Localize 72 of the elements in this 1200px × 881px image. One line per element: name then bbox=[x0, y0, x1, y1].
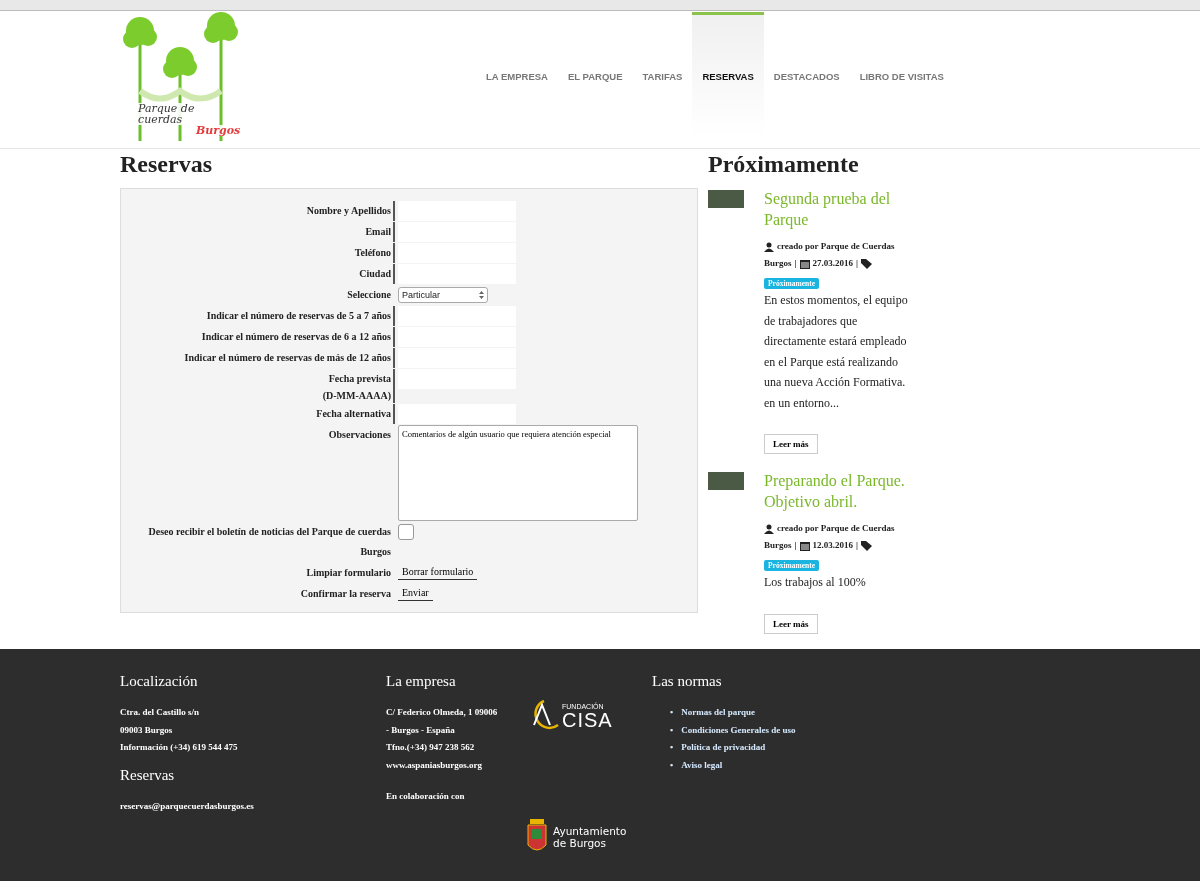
footer-heading: La empresa bbox=[386, 673, 457, 690]
separator: | bbox=[794, 539, 797, 552]
logo-text: Parque de cuerdas Burgos bbox=[138, 103, 241, 136]
footer-link[interactable]: Aviso legal bbox=[681, 756, 723, 774]
separator: | bbox=[794, 257, 797, 270]
post-author: Burgos bbox=[764, 539, 792, 552]
type-select[interactable]: Particular bbox=[398, 287, 488, 303]
nav-tab[interactable]: EL PARQUE bbox=[557, 12, 633, 137]
field-label: Indicar el número de reservas de 5 a 7 años bbox=[121, 306, 395, 326]
field-label: Observaciones bbox=[327, 428, 392, 442]
bullet: • bbox=[670, 723, 674, 737]
footer-heading: Localización bbox=[120, 673, 199, 690]
post-author: Burgos bbox=[764, 257, 792, 270]
comments-field[interactable]: Comentarios de algún usuario que requiera atención especial bbox=[398, 425, 638, 521]
field-label: Seleccione bbox=[346, 288, 392, 302]
address-line: 09003 Burgos bbox=[120, 723, 173, 737]
bullet: • bbox=[670, 758, 674, 772]
collaboration-text: En colaboración con bbox=[386, 790, 465, 803]
address-line: - Burgos - España bbox=[386, 723, 455, 737]
newsletter-checkbox[interactable] bbox=[398, 524, 414, 540]
website-link[interactable]: www.aspaniasburgos.org bbox=[386, 756, 483, 774]
address-line: C/ Federico Olmeda, 1 09006 bbox=[386, 706, 498, 719]
read-more-button[interactable]: Leer más bbox=[764, 434, 818, 454]
footer-link[interactable]: Condiciones Generales de uso bbox=[681, 721, 796, 739]
address-line: Ctra. del Castillo s/n bbox=[120, 706, 199, 719]
council-name: Ayuntamiento de Burgos bbox=[553, 825, 627, 849]
photo-placeholder bbox=[708, 472, 744, 490]
post-excerpt: En estos momentos, el equipo de trabajadores que directamente estará empleado en el Parque está realizando una nueva Acción Formativa. en un entorno... bbox=[764, 292, 908, 412]
post-author: creado por Parque de Cuerdas bbox=[777, 240, 895, 253]
field-label: Deseo recibir el boletín de noticias del Parque de cuerdas Burgos bbox=[147, 525, 392, 559]
user-icon bbox=[764, 241, 774, 252]
footer-link[interactable]: Normas del parque bbox=[681, 704, 755, 722]
nav-tab[interactable]: LA EMPRESA bbox=[476, 12, 558, 137]
post-date: 27.03.2016 bbox=[812, 257, 853, 270]
post-author: creado por Parque de Cuerdas bbox=[777, 522, 895, 535]
tags-icon bbox=[861, 540, 873, 551]
bullet: • bbox=[670, 706, 674, 719]
nav-tab[interactable]: TARIFAS bbox=[632, 12, 693, 137]
logo-name: CISA bbox=[562, 709, 613, 731]
field-label: Indicar el número de reservas de más de 12 años bbox=[121, 348, 395, 368]
email-link[interactable]: reservas@parquecuerdasburgos.es bbox=[120, 797, 254, 815]
nav-tab[interactable]: LIBRO DE VISITAS bbox=[849, 12, 954, 137]
read-more-button[interactable]: Leer más bbox=[764, 613, 818, 634]
field-label: Indicar el número de reservas de 6 a 12 años bbox=[121, 327, 395, 347]
photo-placeholder bbox=[708, 190, 744, 208]
page-title: Reservas bbox=[120, 151, 213, 178]
field-label: Teléfono bbox=[121, 243, 395, 263]
footer-heading: Reservas bbox=[120, 766, 176, 784]
field-label: Limpiar formulario bbox=[305, 566, 392, 580]
separator: | bbox=[856, 257, 858, 270]
text-field[interactable] bbox=[398, 404, 516, 424]
field-label: Email bbox=[121, 222, 395, 242]
tags-icon bbox=[861, 258, 873, 269]
post-date: 12.03.2016 bbox=[812, 539, 853, 552]
field-label: Nombre y Apellidos bbox=[121, 201, 395, 221]
address-line: Información (+34) 619 544 475 bbox=[120, 741, 238, 754]
field-label: Fecha alternativa bbox=[121, 404, 395, 424]
separator: | bbox=[856, 539, 858, 552]
field-label: Confirmar la reserva bbox=[299, 587, 392, 601]
footer-link[interactable]: Política de privacidad bbox=[681, 739, 766, 757]
nav-tab[interactable]: DESTACADOS bbox=[763, 12, 850, 137]
field-label: Fecha prevista (D-MM-AAAA) bbox=[121, 369, 395, 403]
calendar-icon bbox=[799, 540, 810, 551]
stepper-arrows-icon bbox=[479, 291, 484, 299]
footer-heading: Las normas bbox=[652, 673, 723, 690]
post-excerpt: Los trabajos al 100% bbox=[764, 574, 867, 591]
bullet: • bbox=[670, 741, 674, 754]
field-label: Ciudad bbox=[121, 264, 395, 284]
user-icon bbox=[764, 523, 774, 534]
calendar-icon bbox=[799, 258, 810, 269]
sidebar-title: Próximamente bbox=[708, 151, 860, 178]
address-line: Tfno.(+34) 947 238 562 bbox=[386, 741, 475, 754]
